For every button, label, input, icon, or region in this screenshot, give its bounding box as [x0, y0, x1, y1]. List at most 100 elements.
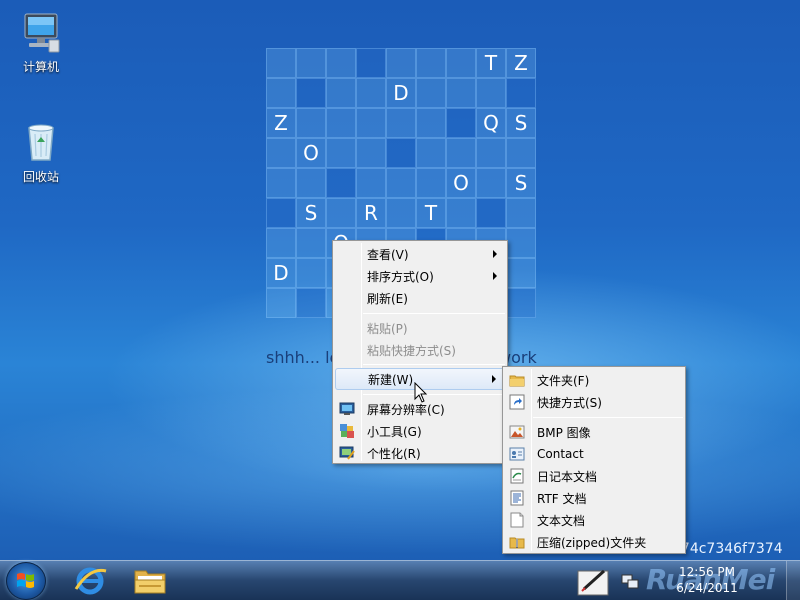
grid-cell: [326, 198, 356, 228]
start-button[interactable]: [6, 562, 46, 600]
submenu-item-bmp-image[interactable]: BMP 图像: [505, 421, 683, 443]
grid-cell: [446, 138, 476, 168]
menu-item-refresh[interactable]: 刷新(E): [335, 287, 505, 309]
grid-cell: [416, 138, 446, 168]
submenu-arrow-icon: [493, 250, 497, 258]
grid-cell: [506, 258, 536, 288]
grid-cell: [266, 228, 296, 258]
grid-cell: [356, 48, 386, 78]
menu-item-personalize[interactable]: 个性化(R): [335, 442, 505, 464]
grid-cell: [296, 258, 326, 288]
taskbar-internet-explorer-button[interactable]: [64, 563, 116, 599]
menu-item-view[interactable]: 查看(V): [335, 243, 505, 265]
submenu-item-journal[interactable]: 日记本文档: [505, 465, 683, 487]
grid-cell: [386, 168, 416, 198]
grid-cell: R: [356, 198, 386, 228]
menu-item-gadgets[interactable]: 小工具(G): [335, 420, 505, 442]
desktop-icon-label: 计算机: [22, 60, 59, 74]
mouse-cursor-icon: [414, 381, 428, 404]
grid-cell: [476, 198, 506, 228]
contact-icon: [509, 446, 525, 462]
taskbar-clock[interactable]: 12:56 PM 6/24/2011: [672, 564, 742, 596]
shortcut-icon: [509, 394, 525, 410]
tray-pen-input-button[interactable]: [574, 563, 614, 599]
grid-cell: [296, 78, 326, 108]
gadgets-icon: [339, 423, 355, 439]
recycle-bin-icon: [19, 120, 63, 164]
grid-cell: O: [296, 138, 326, 168]
grid-cell: [446, 198, 476, 228]
menu-item-sort-by[interactable]: 排序方式(O): [335, 265, 505, 287]
submenu-item-contact[interactable]: Contact: [505, 443, 683, 465]
internet-explorer-icon: [74, 567, 107, 595]
grid-cell: [296, 108, 326, 138]
desktop-icon-computer[interactable]: 计算机: [4, 10, 78, 75]
grid-cell: S: [296, 198, 326, 228]
grid-cell: [326, 48, 356, 78]
grid-cell: [476, 168, 506, 198]
show-desktop-button[interactable]: [786, 561, 800, 600]
taskbar-file-explorer-button[interactable]: [124, 563, 176, 599]
screen-resolution-icon: [339, 401, 355, 417]
clock-time: 12:56 PM: [679, 565, 735, 579]
menu-item-label: 刷新(E): [367, 291, 408, 306]
grid-cell: [416, 48, 446, 78]
submenu-arrow-icon: [492, 375, 496, 383]
menu-item-paste-shortcut[interactable]: 粘贴快捷方式(S): [335, 339, 505, 361]
menu-item-label: RTF 文档: [537, 491, 587, 506]
submenu-item-rtf-document[interactable]: RTF 文档: [505, 487, 683, 509]
submenu-item-folder[interactable]: 文件夹(F): [505, 369, 683, 391]
grid-cell: [326, 138, 356, 168]
grid-cell: [386, 108, 416, 138]
grid-cell: T: [416, 198, 446, 228]
journal-icon: [509, 468, 525, 484]
wallpaper-caption: shhh... le work: [266, 348, 537, 367]
grid-cell: [326, 78, 356, 108]
new-submenu: 文件夹(F) 快捷方式(S) BMP 图像 Contact 日记本文档 RTF …: [502, 366, 686, 554]
desktop[interactable]: 计算机 回收站 TZDZQSOOSSRTOD shhh... lework 97…: [0, 0, 800, 560]
rtf-document-icon: [509, 490, 525, 506]
wallpaper-hash-text: 974c7346f7374: [672, 541, 783, 557]
desktop-context-menu: 查看(V) 排序方式(O) 刷新(E) 粘贴(P) 粘贴快捷方式(S) 新建(W…: [332, 240, 508, 464]
submenu-item-zip-folder[interactable]: 压缩(zipped)文件夹: [505, 531, 683, 553]
grid-cell: S: [506, 108, 536, 138]
submenu-arrow-icon: [493, 272, 497, 280]
menu-item-paste[interactable]: 粘贴(P): [335, 317, 505, 339]
menu-separator: [363, 394, 505, 395]
menu-item-label: 粘贴快捷方式(S): [367, 343, 456, 358]
grid-cell: [356, 78, 386, 108]
grid-cell: [266, 288, 296, 318]
grid-cell: [296, 288, 326, 318]
computer-icon: [19, 10, 63, 54]
grid-cell: [446, 108, 476, 138]
menu-item-label: 查看(V): [367, 247, 409, 262]
menu-item-label: 粘贴(P): [367, 321, 408, 336]
taskbar: RuanMei 12:56 PM 6/24/2011: [0, 560, 800, 600]
grid-cell: [416, 78, 446, 108]
grid-cell: [476, 78, 506, 108]
grid-cell: [266, 198, 296, 228]
grid-cell: [356, 108, 386, 138]
menu-separator: [533, 417, 683, 418]
zip-folder-icon: [509, 534, 525, 550]
menu-item-label: 文本文档: [537, 513, 586, 528]
menu-item-label: 文件夹(F): [537, 373, 590, 388]
menu-item-label: 压缩(zipped)文件夹: [537, 535, 647, 550]
menu-item-label: 新建(W): [368, 372, 414, 387]
submenu-item-text-document[interactable]: 文本文档: [505, 509, 683, 531]
tray-network-button[interactable]: [618, 563, 642, 599]
menu-item-label: 快捷方式(S): [537, 395, 602, 410]
grid-cell: [386, 48, 416, 78]
desktop-icon-recycle-bin[interactable]: 回收站: [4, 120, 78, 185]
grid-cell: [356, 168, 386, 198]
grid-cell: Z: [506, 48, 536, 78]
grid-cell: [416, 108, 446, 138]
grid-cell: [506, 78, 536, 108]
submenu-item-shortcut[interactable]: 快捷方式(S): [505, 391, 683, 413]
grid-cell: S: [506, 168, 536, 198]
clock-date: 6/24/2011: [676, 581, 738, 595]
grid-cell: [476, 138, 506, 168]
grid-cell: D: [266, 258, 296, 288]
grid-cell: [266, 48, 296, 78]
grid-cell: [296, 168, 326, 198]
